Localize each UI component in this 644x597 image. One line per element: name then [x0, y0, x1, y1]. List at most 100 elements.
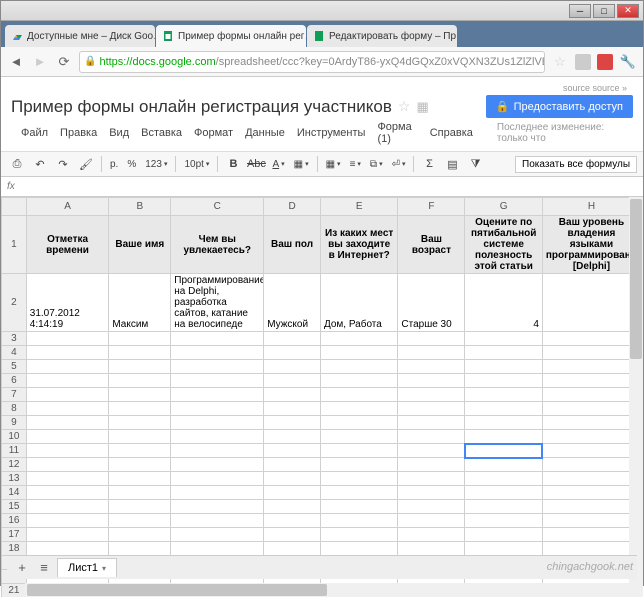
- cell[interactable]: [465, 430, 542, 444]
- cell[interactable]: [171, 402, 264, 416]
- row-header[interactable]: 6: [2, 374, 27, 388]
- sheet-tab[interactable]: Лист1 ▾: [57, 558, 117, 577]
- cell[interactable]: Дом, Работа: [320, 274, 397, 332]
- cell[interactable]: [26, 486, 109, 500]
- vertical-scrollbar[interactable]: [629, 197, 643, 597]
- column-header[interactable]: F: [398, 198, 465, 216]
- cell[interactable]: [109, 472, 171, 486]
- bold-button[interactable]: B: [223, 154, 243, 174]
- cell[interactable]: [171, 374, 264, 388]
- header-cell[interactable]: Ваше имя: [109, 216, 171, 274]
- folder-icon[interactable]: ▦: [416, 99, 428, 115]
- cell[interactable]: [320, 360, 397, 374]
- cell[interactable]: [109, 500, 171, 514]
- cell[interactable]: [398, 528, 465, 542]
- extension-icon[interactable]: [575, 54, 591, 70]
- cell[interactable]: [320, 514, 397, 528]
- redo-icon[interactable]: ↷: [53, 154, 73, 174]
- cell[interactable]: [398, 346, 465, 360]
- cell[interactable]: Программирование на Delphi, разработка с…: [171, 274, 264, 332]
- browser-tab-0[interactable]: Доступные мне – Диск Goo… ×: [5, 25, 155, 47]
- cell[interactable]: [171, 388, 264, 402]
- cell[interactable]: [264, 500, 321, 514]
- cell[interactable]: [109, 360, 171, 374]
- cell[interactable]: [320, 500, 397, 514]
- cell[interactable]: [26, 416, 109, 430]
- cell[interactable]: [264, 430, 321, 444]
- cell[interactable]: [465, 500, 542, 514]
- cell[interactable]: [171, 346, 264, 360]
- row-header[interactable]: 14: [2, 486, 27, 500]
- cell[interactable]: [264, 542, 321, 556]
- window-minimize-button[interactable]: ─: [569, 4, 591, 18]
- cell[interactable]: [542, 514, 640, 528]
- cell[interactable]: [171, 514, 264, 528]
- cell[interactable]: [542, 360, 640, 374]
- cell[interactable]: [465, 374, 542, 388]
- text-color-dropdown[interactable]: A▾: [269, 159, 287, 170]
- column-header[interactable]: D: [264, 198, 321, 216]
- window-close-button[interactable]: ✕: [617, 4, 639, 18]
- cell[interactable]: [26, 374, 109, 388]
- cell[interactable]: [542, 500, 640, 514]
- cell[interactable]: [109, 416, 171, 430]
- cell[interactable]: [542, 374, 640, 388]
- cell[interactable]: [465, 486, 542, 500]
- header-cell[interactable]: Из каких мест вы заходите в Интернет?: [320, 216, 397, 274]
- document-title[interactable]: Пример формы онлайн регистрация участник…: [11, 97, 392, 117]
- cell[interactable]: [264, 360, 321, 374]
- menu-data[interactable]: Данные: [245, 127, 285, 139]
- cell[interactable]: [26, 332, 109, 346]
- cell[interactable]: [171, 500, 264, 514]
- cell[interactable]: [320, 374, 397, 388]
- cell[interactable]: [264, 472, 321, 486]
- cell[interactable]: [542, 444, 640, 458]
- strike-button[interactable]: Abc: [246, 154, 266, 174]
- row-header[interactable]: 7: [2, 388, 27, 402]
- align-dropdown[interactable]: ≡▾: [347, 159, 364, 170]
- row-header[interactable]: 1: [2, 216, 27, 274]
- header-cell[interactable]: Ваш пол: [264, 216, 321, 274]
- window-maximize-button[interactable]: □: [593, 4, 615, 18]
- header-cell[interactable]: Оцените по пятибальной системе полезност…: [465, 216, 542, 274]
- cell[interactable]: [26, 444, 109, 458]
- menu-tools[interactable]: Инструменты: [297, 127, 366, 139]
- cell[interactable]: [26, 388, 109, 402]
- row-header[interactable]: 15: [2, 500, 27, 514]
- extension-icon[interactable]: [597, 54, 613, 70]
- cell[interactable]: [320, 430, 397, 444]
- cell[interactable]: [398, 402, 465, 416]
- rounding-dropdown[interactable]: 123▾: [142, 159, 170, 170]
- cell[interactable]: [542, 472, 640, 486]
- cell[interactable]: [398, 458, 465, 472]
- forward-button[interactable]: ►: [31, 53, 49, 71]
- merge-dropdown[interactable]: ⧉▾: [367, 159, 386, 170]
- cell[interactable]: [109, 346, 171, 360]
- cell[interactable]: [109, 528, 171, 542]
- cell[interactable]: [320, 346, 397, 360]
- cell[interactable]: [398, 542, 465, 556]
- cell[interactable]: [465, 360, 542, 374]
- share-button[interactable]: 🔒 Предоставить доступ: [486, 95, 633, 118]
- cell[interactable]: [26, 500, 109, 514]
- row-header[interactable]: 17: [2, 528, 27, 542]
- cell[interactable]: [465, 458, 542, 472]
- menu-help[interactable]: Справка: [430, 127, 473, 139]
- column-header[interactable]: G: [465, 198, 542, 216]
- column-header[interactable]: E: [320, 198, 397, 216]
- cell[interactable]: [465, 346, 542, 360]
- font-size-dropdown[interactable]: 10pt▾: [181, 159, 212, 170]
- cell[interactable]: [320, 458, 397, 472]
- cell[interactable]: [171, 458, 264, 472]
- cell[interactable]: [398, 430, 465, 444]
- address-bar[interactable]: 🔒 https://docs.google.com/spreadsheet/cc…: [79, 51, 545, 73]
- percent-button[interactable]: %: [124, 159, 139, 170]
- cell[interactable]: [264, 528, 321, 542]
- cell[interactable]: [320, 388, 397, 402]
- reload-button[interactable]: ⟳: [55, 53, 73, 71]
- cell[interactable]: [398, 444, 465, 458]
- cell[interactable]: [398, 472, 465, 486]
- show-formulas-button[interactable]: Показать все формулы: [515, 156, 637, 173]
- cell[interactable]: [320, 416, 397, 430]
- header-cell[interactable]: Чем вы увлекаетесь?: [171, 216, 264, 274]
